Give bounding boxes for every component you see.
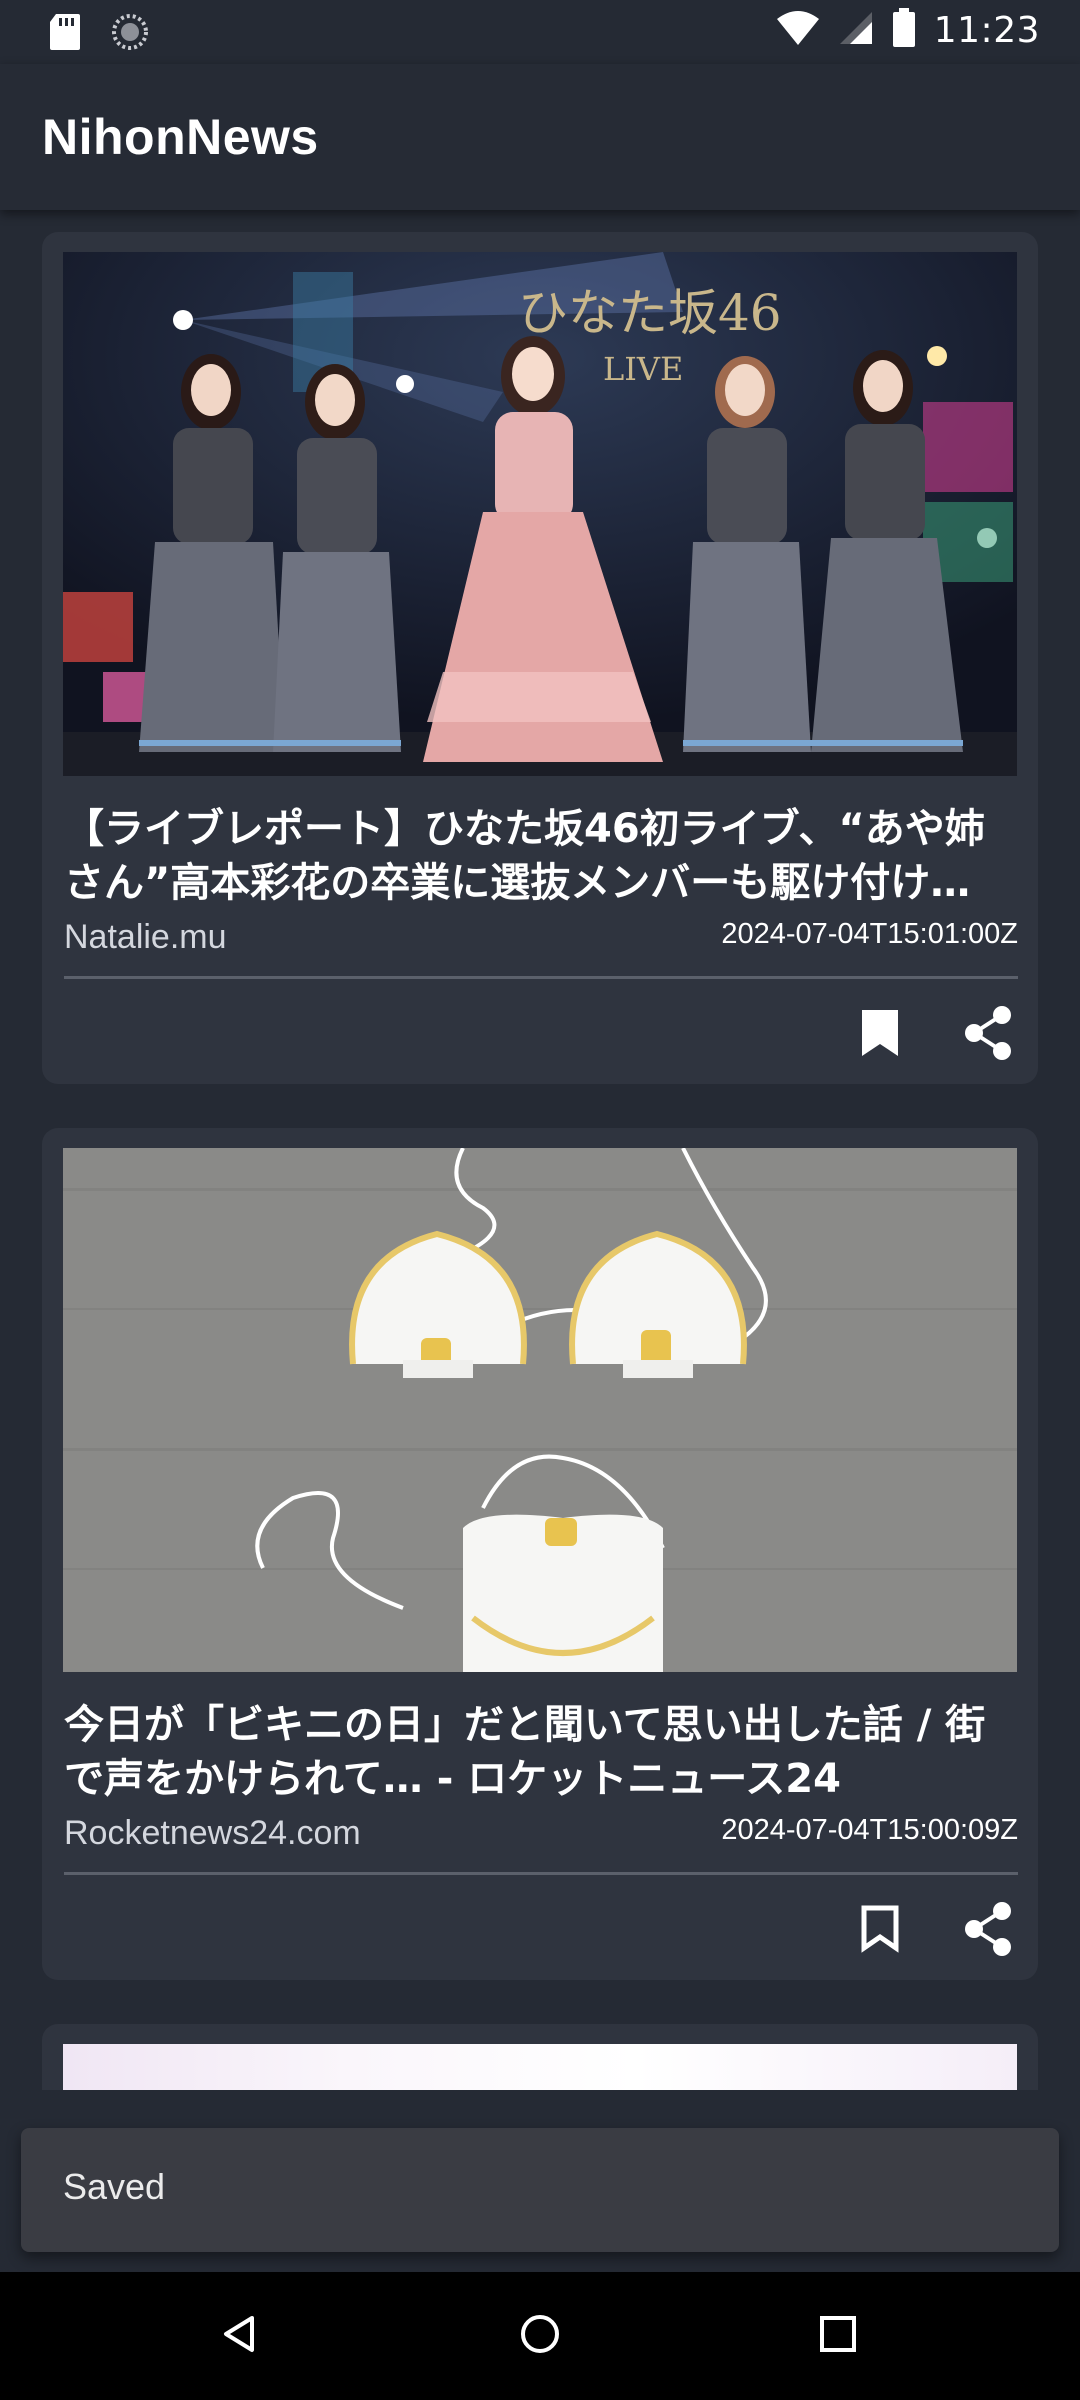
recents-button[interactable]: [798, 2296, 878, 2376]
sync-icon: [110, 12, 150, 56]
recents-square-icon: [816, 2312, 860, 2360]
app-title: NihonNews: [42, 109, 319, 165]
share-button[interactable]: [960, 1898, 1016, 1964]
stage-sign-text: ひなた坂46: [518, 284, 782, 342]
article-image[interactable]: [63, 2044, 1017, 2090]
share-icon: [962, 1005, 1014, 1065]
card-divider: [64, 976, 1018, 979]
battery-icon: [892, 8, 916, 52]
stage-sign-subtext: LIVE: [603, 350, 683, 388]
cell-signal-icon: [838, 10, 874, 50]
bookmark-button[interactable]: [852, 1898, 908, 1964]
bookmark-outline-icon: [860, 1904, 900, 1958]
article-date: 2024-07-04T15:00:09Z: [721, 1814, 1018, 1846]
card-divider: [64, 1872, 1018, 1875]
back-button[interactable]: [200, 2296, 280, 2376]
sd-card-icon: [48, 12, 82, 56]
bookmark-filled-icon: [860, 1008, 900, 1062]
article-card[interactable]: [42, 2024, 1038, 2090]
clock: 11:23: [933, 9, 1040, 51]
article-image[interactable]: ひなた坂46 LIVE: [63, 252, 1017, 776]
app-bar: NihonNews: [0, 64, 1080, 210]
system-nav-bar: [0, 2272, 1080, 2400]
article-card[interactable]: ひなた坂46 LIVE 【ライブレポート】ひなた坂46初ライブ、“あや姉さん”高…: [42, 232, 1038, 1084]
bookmark-button[interactable]: [852, 1002, 908, 1068]
article-title[interactable]: 今日が「ビキニの日」だと聞いて思い出した話 / 街で声をかけられて… - ロケッ…: [64, 1698, 1024, 1806]
article-source: Rocketnews24.com: [64, 1814, 361, 1852]
article-source: Natalie.mu: [64, 918, 227, 956]
status-bar: 11:23: [0, 0, 1080, 64]
news-feed[interactable]: ひなた坂46 LIVE 【ライブレポート】ひなた坂46初ライブ、“あや姉さん”高…: [0, 210, 1080, 2090]
home-circle-icon: [518, 2312, 562, 2360]
article-title[interactable]: 【ライブレポート】ひなた坂46初ライブ、“あや姉さん”高本彩花の卒業に選抜メンバ…: [64, 802, 1024, 910]
article-image[interactable]: [63, 1148, 1017, 1672]
screen: 11:23 NihonNews ひなた坂46 LIVE 【ライブレポート】ひなた…: [0, 0, 1080, 2400]
article-date: 2024-07-04T15:01:00Z: [721, 918, 1018, 950]
share-icon: [962, 1901, 1014, 1961]
home-button[interactable]: [500, 2296, 580, 2376]
back-triangle-icon: [218, 2312, 262, 2360]
share-button[interactable]: [960, 1002, 1016, 1068]
snackbar-message: Saved: [63, 2166, 166, 2207]
wifi-icon: [776, 9, 820, 51]
snackbar: Saved: [21, 2128, 1059, 2252]
article-card[interactable]: 今日が「ビキニの日」だと聞いて思い出した話 / 街で声をかけられて… - ロケッ…: [42, 1128, 1038, 1980]
